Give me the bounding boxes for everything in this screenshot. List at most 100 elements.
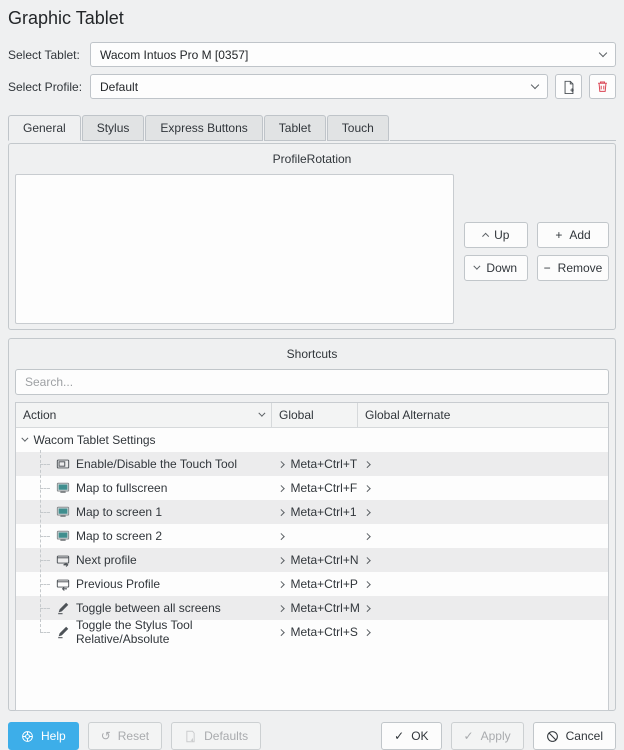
remove-button-label: Remove <box>558 261 603 275</box>
table-row[interactable]: Toggle the Stylus Tool Relative/Absolute… <box>16 620 608 644</box>
profile-rotation-list[interactable] <box>15 174 454 324</box>
chevron-right-icon[interactable] <box>279 558 284 563</box>
remove-button[interactable]: − Remove <box>537 255 609 281</box>
action-label: Map to screen 2 <box>76 529 162 543</box>
defaults-button-label: Defaults <box>204 729 248 743</box>
document-revert-icon <box>184 730 197 743</box>
column-header-action[interactable]: Action <box>16 403 272 427</box>
document-new-icon <box>562 80 576 94</box>
undo-icon: ↺ <box>101 730 111 742</box>
table-row[interactable]: Enable/Disable the Touch Tool Meta+Ctrl+… <box>16 452 608 476</box>
page-title: Graphic Tablet <box>8 8 616 29</box>
action-label: Next profile <box>76 553 137 567</box>
apply-button[interactable]: ✓ Apply <box>451 722 524 750</box>
chevron-right-icon[interactable] <box>279 534 284 539</box>
profile-combobox[interactable]: Default <box>90 74 548 99</box>
chevron-right-icon[interactable] <box>365 606 370 611</box>
chevron-right-icon[interactable] <box>279 510 284 515</box>
chevron-right-icon[interactable] <box>279 462 284 467</box>
monitor-icon <box>56 481 70 495</box>
delete-profile-button[interactable] <box>589 74 616 99</box>
tree-branch <box>40 464 50 465</box>
minus-icon: − <box>544 262 551 274</box>
shortcuts-title: Shortcuts <box>15 345 609 369</box>
ok-button[interactable]: ✓ OK <box>381 722 441 750</box>
shortcuts-table-body: Wacom Tablet Settings Enable/Disable th <box>16 428 608 644</box>
chevron-right-icon[interactable] <box>365 510 370 515</box>
chevron-right-icon[interactable] <box>279 630 284 635</box>
help-button[interactable]: Help <box>8 722 79 750</box>
up-button-label: Up <box>494 228 509 242</box>
defaults-button[interactable]: Defaults <box>171 722 261 750</box>
global-shortcut: Meta+Ctrl+F <box>291 481 358 495</box>
column-header-global-alternate[interactable]: Global Alternate <box>358 403 608 427</box>
table-row[interactable]: Previous Profile Meta+Ctrl+P <box>16 572 608 596</box>
table-row[interactable]: Next profile Meta+Ctrl+N <box>16 548 608 572</box>
ok-button-label: OK <box>411 729 428 743</box>
stylus-icon <box>56 601 70 615</box>
cancel-button[interactable]: Cancel <box>533 722 616 750</box>
chevron-right-icon[interactable] <box>365 486 370 491</box>
down-button[interactable]: Down <box>464 255 528 281</box>
chevron-right-icon[interactable] <box>365 582 370 587</box>
tablet-combobox[interactable]: Wacom Intuos Pro M [0357] <box>90 42 616 67</box>
profile-rotation-group: ProfileRotation Up + Add Down − Remo <box>8 143 616 330</box>
cancel-button-label: Cancel <box>566 729 603 743</box>
table-group-row[interactable]: Wacom Tablet Settings <box>16 428 608 452</box>
chevron-right-icon[interactable] <box>279 582 284 587</box>
action-label: Previous Profile <box>76 577 160 591</box>
tab-stylus[interactable]: Stylus <box>82 115 145 141</box>
global-shortcut: Meta+Ctrl+1 <box>291 505 357 519</box>
group-label: Wacom Tablet Settings <box>34 433 156 447</box>
check-icon: ✓ <box>464 729 474 743</box>
tree-branch <box>40 584 50 585</box>
tree-branch <box>40 632 50 633</box>
help-button-label: Help <box>41 729 66 743</box>
add-button[interactable]: + Add <box>537 222 609 248</box>
chevron-right-icon[interactable] <box>279 486 284 491</box>
sort-descending-icon <box>259 410 265 416</box>
tab-touch[interactable]: Touch <box>327 115 389 141</box>
reset-button[interactable]: ↺ Reset <box>88 722 162 750</box>
tab-tablet[interactable]: Tablet <box>264 115 326 141</box>
profile-rotation-buttons: Up + Add Down − Remove <box>464 222 609 324</box>
add-button-label: Add <box>569 228 590 242</box>
monitor-icon <box>56 505 70 519</box>
table-row[interactable]: Map to screen 2 <box>16 524 608 548</box>
graphic-tablet-settings-page: Graphic Tablet Select Tablet: Wacom Intu… <box>0 0 624 739</box>
previous-profile-icon <box>56 577 70 591</box>
tree-branch <box>40 536 50 537</box>
chevron-right-icon[interactable] <box>279 606 284 611</box>
tab-express-buttons[interactable]: Express Buttons <box>145 115 262 141</box>
dialog-button-box: Help ↺ Reset Defaults ✓ OK ✓ Apply <box>8 722 616 750</box>
chevron-right-icon[interactable] <box>365 630 370 635</box>
shortcuts-group: Shortcuts Action Global Global Alternate <box>8 338 616 711</box>
next-profile-icon <box>56 553 70 567</box>
up-button[interactable]: Up <box>464 222 528 248</box>
action-label: Toggle between all screens <box>76 601 221 615</box>
chevron-right-icon[interactable] <box>365 558 370 563</box>
column-header-global[interactable]: Global <box>272 403 358 427</box>
table-row[interactable]: Toggle between all screens Meta+Ctrl+M <box>16 596 608 620</box>
profile-rotation-title: ProfileRotation <box>15 150 609 174</box>
table-row[interactable]: Map to fullscreen Meta+Ctrl+F <box>16 476 608 500</box>
reset-button-label: Reset <box>118 729 149 743</box>
chevron-right-icon[interactable] <box>365 534 370 539</box>
plus-icon: + <box>555 229 562 241</box>
expander-collapse-icon[interactable] <box>23 439 28 441</box>
shortcuts-table: Action Global Global Alternate Wacom Tab… <box>15 402 609 711</box>
check-icon: ✓ <box>394 729 404 743</box>
global-shortcut: Meta+Ctrl+N <box>291 553 359 567</box>
new-profile-button[interactable] <box>555 74 582 99</box>
chevron-right-icon[interactable] <box>365 462 370 467</box>
table-row[interactable]: Map to screen 1 Meta+Ctrl+1 <box>16 500 608 524</box>
down-button-label: Down <box>486 261 517 275</box>
search-input[interactable] <box>15 369 609 395</box>
action-label: Enable/Disable the Touch Tool <box>76 457 237 471</box>
tabbar-filler <box>390 140 616 141</box>
global-shortcut: Meta+Ctrl+M <box>291 601 360 615</box>
tab-general[interactable]: General <box>8 115 81 141</box>
chevron-up-icon <box>482 233 488 239</box>
global-shortcut: Meta+Ctrl+T <box>291 457 358 471</box>
profile-combobox-value: Default <box>100 80 138 94</box>
